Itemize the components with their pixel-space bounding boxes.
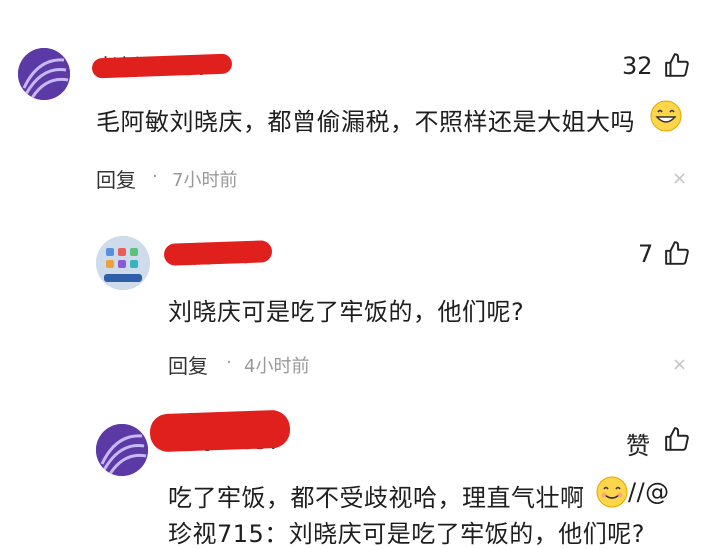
like-count: 32: [622, 52, 653, 80]
redaction-mark: [149, 409, 291, 453]
timestamp: 4小时前: [244, 356, 310, 377]
redaction-mark: [163, 240, 273, 266]
comment-text: 吃了牢饭，都不受歧视哈，理直气壮啊: [168, 484, 585, 512]
timestamp: 7小时前: [172, 170, 238, 191]
avatar[interactable]: [96, 424, 148, 476]
avatar[interactable]: [18, 48, 70, 100]
avatar[interactable]: [96, 236, 150, 290]
grin-emoji-icon: [650, 100, 682, 132]
smile-emoji-icon: [596, 476, 628, 508]
avatar-image: [96, 424, 148, 476]
separator-dot: ·: [226, 352, 232, 373]
mention-prefix: //@: [628, 478, 670, 506]
comment-text: 刘晓庆可是吃了牢饭的，他们呢?: [168, 298, 525, 326]
avatar-image: [18, 48, 70, 100]
thumbs-up-icon[interactable]: [664, 52, 690, 78]
like-label[interactable]: 赞: [626, 426, 650, 461]
reply-button[interactable]: 回复: [96, 164, 136, 193]
quoted-comment-text: 珍视715：刘晓庆可是吃了牢饭的，他们呢?: [168, 520, 646, 548]
avatar-image: [96, 236, 150, 290]
separator-dot: ·: [152, 166, 158, 187]
redaction-mark: [91, 53, 233, 79]
like-count: 7: [638, 240, 654, 268]
close-icon[interactable]: ×: [672, 168, 687, 189]
comment-text: 毛阿敏刘晓庆，都曾偷漏税，不照样还是大姐大吗: [96, 108, 635, 136]
close-icon[interactable]: ×: [672, 354, 687, 375]
reply-button[interactable]: 回复: [168, 350, 208, 379]
thumbs-up-icon[interactable]: [664, 240, 690, 266]
thumbs-up-icon[interactable]: [664, 426, 690, 452]
